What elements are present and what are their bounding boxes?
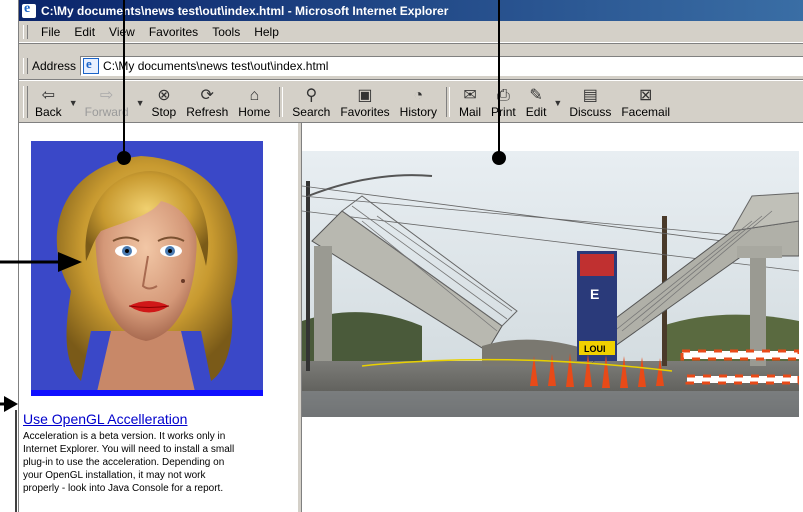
- description-line: properly - look into Java Console for a …: [23, 483, 224, 494]
- menu-bar-grip[interactable]: [23, 25, 28, 39]
- window-title: C:\My documents\news test\out\index.html…: [41, 3, 449, 18]
- history-icon: ◔: [413, 87, 424, 104]
- refresh-label: Refresh: [186, 105, 229, 119]
- forward-dropdown-icon[interactable]: ▼: [136, 98, 145, 108]
- page-content: Use OpenGL Accelleration Acceleration is…: [19, 122, 803, 512]
- stop-icon: ⊗: [157, 87, 171, 104]
- print-icon: ⎙: [496, 87, 510, 104]
- stop-button[interactable]: ⊗ Stop: [147, 84, 182, 122]
- standard-toolbar: ⇦ Back ▼ ⇨ Forward ▼ ⊗ Stop ⟳ Refresh ⌂ …: [19, 79, 803, 122]
- print-button[interactable]: ⎙ Print: [486, 84, 521, 122]
- description-line: your OpenGL installation, it may not wor…: [23, 470, 206, 481]
- left-frame: Use OpenGL Accelleration Acceleration is…: [19, 123, 297, 512]
- address-value: C:\My documents\news test\out\index.html: [103, 59, 329, 73]
- address-bar: Address C:\My documents\news test\out\in…: [19, 55, 803, 77]
- edit-label: Edit: [525, 105, 547, 119]
- internet-explorer-icon[interactable]: [22, 1, 36, 18]
- favorites-icon: ▣: [357, 87, 373, 104]
- description-line: Acceleration is a beta version. It works…: [23, 431, 226, 442]
- address-bar-grip[interactable]: [23, 58, 28, 74]
- history-label: History: [399, 105, 438, 119]
- print-label: Print: [491, 105, 516, 119]
- home-button[interactable]: ⌂ Home: [233, 84, 275, 122]
- mail-button[interactable]: ✉ Mail: [454, 84, 486, 122]
- favorites-button[interactable]: ▣ Favorites: [335, 84, 394, 122]
- title-bar[interactable]: C:\My documents\news test\out\index.html…: [19, 0, 803, 21]
- address-input[interactable]: C:\My documents\news test\out\index.html: [80, 56, 803, 76]
- forward-label: Forward: [84, 105, 129, 119]
- page-icon: [83, 56, 100, 74]
- acceleration-description: Acceleration is a beta version. It works…: [23, 430, 285, 495]
- browser-window: C:\My documents\news test\out\index.html…: [18, 0, 803, 512]
- menu-edit[interactable]: Edit: [67, 25, 102, 39]
- right-frame: E LOUI: [302, 123, 803, 512]
- opengl-acceleration-link[interactable]: Use OpenGL Accelleration: [23, 411, 187, 427]
- search-button[interactable]: ⚲ Search: [287, 84, 335, 122]
- sign-bottom-text: LOUI: [584, 344, 606, 354]
- stop-label: Stop: [151, 105, 177, 119]
- back-button[interactable]: ⇦ Back: [30, 84, 67, 122]
- discuss-label: Discuss: [569, 105, 612, 119]
- toolbar-separator: [279, 87, 284, 117]
- menu-bar: File Edit View Favorites Tools Help: [19, 22, 803, 43]
- toolbar-grip[interactable]: [23, 86, 28, 118]
- facemail-button[interactable]: ⊠ Facemail: [616, 84, 675, 122]
- home-icon: ⌂: [249, 87, 260, 104]
- facemail-label: Facemail: [621, 105, 671, 119]
- description-line: Internet Explorer. You will need to inst…: [23, 444, 235, 455]
- facemail-icon: ⊠: [638, 87, 653, 104]
- back-arrow-icon: ⇦: [41, 87, 56, 104]
- refresh-button[interactable]: ⟳ Refresh: [181, 84, 233, 122]
- discuss-button[interactable]: ▤ Discuss: [564, 84, 616, 122]
- avatar-3d-viewer[interactable]: [31, 141, 263, 396]
- forward-arrow-icon: ⇨: [99, 87, 114, 104]
- menu-help[interactable]: Help: [247, 25, 286, 39]
- description-line: plug-in to use the acceleration. Dependi…: [23, 457, 225, 468]
- history-button[interactable]: ◔ History: [395, 84, 442, 122]
- sign-letter: E: [590, 286, 599, 302]
- menu-file[interactable]: File: [34, 25, 67, 39]
- edit-dropdown-icon[interactable]: ▼: [553, 98, 562, 108]
- avatar-bottom-bar: [31, 390, 263, 396]
- search-icon: ⚲: [305, 87, 318, 104]
- back-label: Back: [35, 105, 62, 119]
- search-label: Search: [292, 105, 331, 119]
- address-label: Address: [32, 59, 77, 73]
- menu-favorites[interactable]: Favorites: [142, 25, 205, 39]
- annotation-arrowhead: [4, 396, 18, 412]
- menu-view[interactable]: View: [102, 25, 142, 39]
- back-dropdown-icon[interactable]: ▼: [69, 98, 78, 108]
- refresh-icon: ⟳: [200, 87, 214, 104]
- collapsed-bridge-photo: E LOUI: [302, 151, 799, 417]
- menu-tools[interactable]: Tools: [205, 25, 247, 39]
- mail-label: Mail: [459, 105, 482, 119]
- edit-button[interactable]: ✎ Edit: [521, 84, 552, 122]
- home-label: Home: [238, 105, 271, 119]
- news-photo: E LOUI: [302, 151, 799, 417]
- mail-icon: ✉: [463, 87, 477, 104]
- avatar-face-image: [31, 141, 263, 396]
- edit-icon: ✎: [529, 87, 543, 104]
- forward-button[interactable]: ⇨ Forward: [80, 84, 134, 122]
- favorites-label: Favorites: [340, 105, 390, 119]
- discuss-icon: ▤: [582, 87, 598, 104]
- toolbar-separator: [446, 87, 451, 117]
